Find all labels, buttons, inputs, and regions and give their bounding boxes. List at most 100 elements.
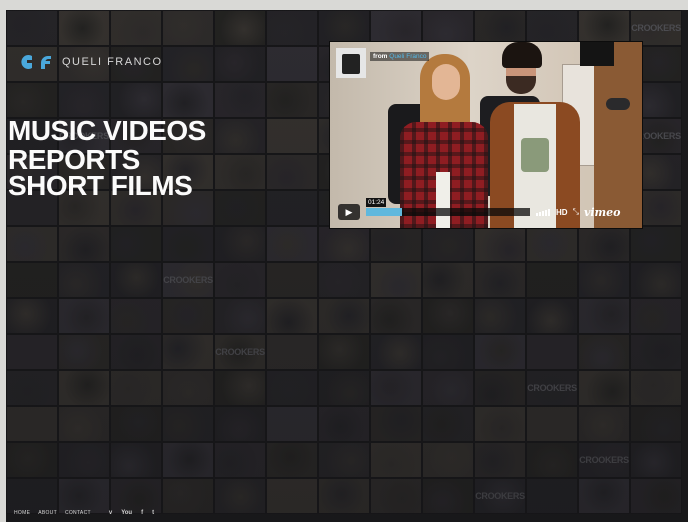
video-thumbnail[interactable] (318, 10, 370, 46)
video-thumbnail[interactable]: CROOKERS (526, 370, 578, 406)
video-thumbnail[interactable] (630, 226, 682, 262)
video-thumbnail[interactable] (58, 82, 110, 118)
video-thumbnail[interactable] (214, 226, 266, 262)
video-thumbnail[interactable] (266, 406, 318, 442)
video-thumbnail[interactable] (422, 262, 474, 298)
video-thumbnail[interactable] (162, 406, 214, 442)
video-thumbnail[interactable] (266, 10, 318, 46)
video-thumbnail[interactable] (318, 334, 370, 370)
source-name-link[interactable]: Queli Franco (389, 53, 426, 60)
video-thumbnail[interactable] (318, 370, 370, 406)
video-thumbnail[interactable] (370, 10, 422, 46)
video-thumbnail[interactable] (214, 298, 266, 334)
video-thumbnail[interactable] (474, 334, 526, 370)
video-thumbnail[interactable] (474, 10, 526, 46)
video-thumbnail[interactable] (266, 226, 318, 262)
video-thumbnail[interactable] (526, 226, 578, 262)
video-thumbnail[interactable]: CROOKERS (162, 262, 214, 298)
video-thumbnail[interactable] (266, 334, 318, 370)
video-thumbnail[interactable] (578, 406, 630, 442)
video-thumbnail[interactable] (474, 262, 526, 298)
video-thumbnail[interactable] (526, 442, 578, 478)
video-thumbnail[interactable] (266, 442, 318, 478)
video-thumbnail[interactable] (110, 10, 162, 46)
video-thumbnail[interactable] (162, 298, 214, 334)
fullscreen-icon[interactable]: ⤡ (573, 207, 579, 217)
video-thumbnail[interactable] (162, 10, 214, 46)
video-thumbnail[interactable] (162, 226, 214, 262)
video-thumbnail[interactable] (6, 406, 58, 442)
video-thumbnail[interactable] (578, 334, 630, 370)
video-thumbnail[interactable] (6, 298, 58, 334)
video-thumbnail[interactable] (578, 298, 630, 334)
source-label[interactable]: from Queli Franco (370, 52, 430, 61)
video-thumbnail[interactable] (526, 298, 578, 334)
video-thumbnail[interactable] (422, 226, 474, 262)
video-thumbnail[interactable] (318, 442, 370, 478)
youtube-icon[interactable]: You (121, 510, 132, 516)
video-thumbnail[interactable] (58, 442, 110, 478)
video-thumbnail[interactable] (58, 262, 110, 298)
video-thumbnail[interactable] (214, 190, 266, 226)
video-thumbnail[interactable] (370, 334, 422, 370)
logo[interactable]: QUELI FRANCO (18, 54, 163, 70)
video-thumbnail[interactable] (162, 82, 214, 118)
facebook-icon[interactable]: f (141, 510, 143, 516)
video-thumbnail[interactable] (318, 262, 370, 298)
video-thumbnail[interactable] (110, 442, 162, 478)
video-thumbnail[interactable] (58, 298, 110, 334)
play-button[interactable]: ▶ (338, 204, 360, 220)
video-thumbnail[interactable] (110, 406, 162, 442)
video-thumbnail[interactable] (370, 298, 422, 334)
video-thumbnail[interactable] (162, 46, 214, 82)
timeline-bar[interactable]: 01:24 (366, 198, 530, 216)
video-thumbnail[interactable] (266, 154, 318, 190)
video-thumbnail[interactable] (630, 298, 682, 334)
video-thumbnail[interactable] (422, 10, 474, 46)
video-thumbnail[interactable] (578, 370, 630, 406)
video-thumbnail[interactable] (474, 406, 526, 442)
video-thumbnail[interactable] (214, 46, 266, 82)
video-thumbnail[interactable] (630, 262, 682, 298)
video-thumbnail[interactable] (318, 406, 370, 442)
video-player[interactable]: from Queli Franco ▶ 01:24 HD ⤡ vimeo (330, 42, 642, 228)
video-thumbnail[interactable] (162, 370, 214, 406)
video-thumbnail[interactable] (58, 370, 110, 406)
video-thumbnail[interactable] (578, 10, 630, 46)
video-thumbnail[interactable] (6, 334, 58, 370)
video-thumbnail[interactable] (266, 118, 318, 154)
video-thumbnail[interactable] (266, 190, 318, 226)
video-thumbnail[interactable] (370, 406, 422, 442)
footer-link-home[interactable]: HOME (14, 510, 30, 516)
video-thumbnail[interactable] (6, 370, 58, 406)
video-thumbnail[interactable] (214, 370, 266, 406)
vimeo-icon[interactable]: v (109, 510, 112, 516)
video-thumbnail[interactable] (526, 262, 578, 298)
source-avatar[interactable] (336, 48, 366, 78)
video-thumbnail[interactable] (318, 226, 370, 262)
video-thumbnail[interactable] (266, 298, 318, 334)
video-thumbnail[interactable]: CROOKERS (630, 10, 682, 46)
footer-link-about[interactable]: ABOUT (38, 510, 57, 516)
video-thumbnail[interactable] (110, 370, 162, 406)
video-thumbnail[interactable] (370, 370, 422, 406)
video-thumbnail[interactable] (370, 262, 422, 298)
video-thumbnail[interactable] (526, 334, 578, 370)
video-thumbnail[interactable] (578, 262, 630, 298)
video-thumbnail[interactable] (526, 10, 578, 46)
video-thumbnail[interactable]: CROOKERS (578, 442, 630, 478)
video-thumbnail[interactable] (422, 370, 474, 406)
video-thumbnail[interactable] (318, 298, 370, 334)
video-thumbnail[interactable] (6, 442, 58, 478)
video-thumbnail[interactable] (6, 262, 58, 298)
video-thumbnail[interactable] (58, 406, 110, 442)
video-thumbnail[interactable] (630, 442, 682, 478)
video-thumbnail[interactable] (6, 82, 58, 118)
hd-toggle[interactable]: HD (556, 208, 568, 217)
video-thumbnail[interactable] (474, 370, 526, 406)
video-thumbnail[interactable] (578, 226, 630, 262)
video-thumbnail[interactable] (422, 406, 474, 442)
video-thumbnail[interactable] (422, 298, 474, 334)
video-thumbnail[interactable] (422, 334, 474, 370)
video-thumbnail[interactable] (266, 82, 318, 118)
